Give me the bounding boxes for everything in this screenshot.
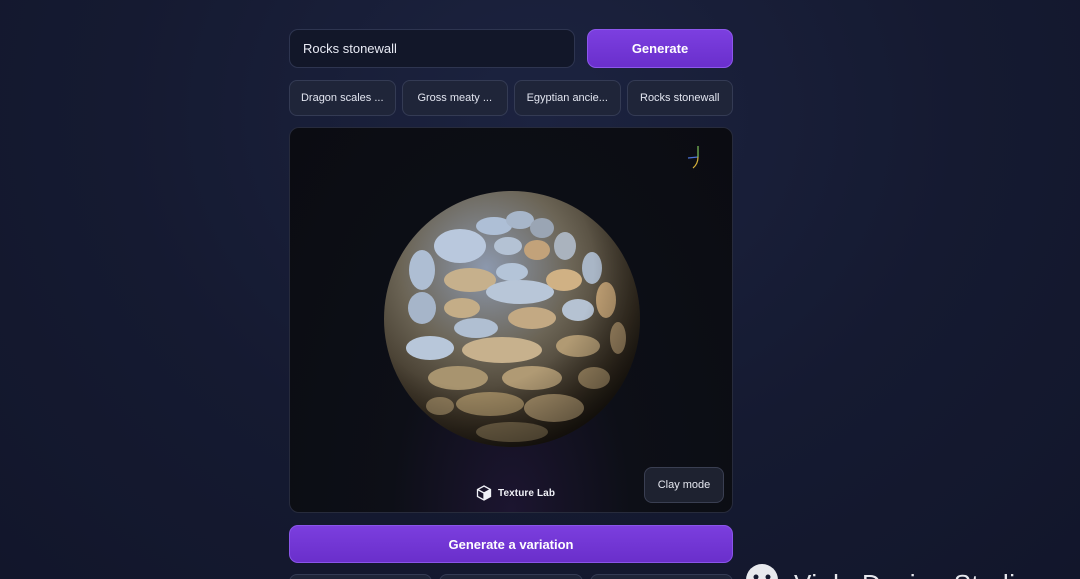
- suggestion-chip[interactable]: Rocks stonewall: [626, 80, 733, 116]
- suggestion-chip[interactable]: Dragon scales ...: [289, 80, 396, 116]
- texture-lab-brand: Texture Lab: [476, 485, 555, 501]
- suggestion-chips: Dragon scales ... Gross meaty ... Egypti…: [289, 80, 733, 116]
- suggestion-chip[interactable]: Egyptian ancie...: [514, 80, 621, 116]
- axis-gizmo-icon: [687, 146, 699, 169]
- partial-card-row: [289, 574, 733, 579]
- partial-card[interactable]: [589, 574, 733, 579]
- prompt-input[interactable]: [289, 29, 575, 68]
- texture-preview-viewer[interactable]: Texture Lab Clay mode: [289, 127, 733, 513]
- clay-mode-button[interactable]: Clay mode: [644, 467, 724, 503]
- cube-logo-icon: [476, 485, 492, 501]
- partial-card[interactable]: [289, 574, 433, 579]
- generate-button[interactable]: Generate: [587, 29, 733, 68]
- generate-variation-button[interactable]: Generate a variation: [289, 525, 733, 563]
- smiley-face-icon: [746, 564, 778, 579]
- suggestion-chip[interactable]: Gross meaty ...: [401, 80, 508, 116]
- watermark: Vi..le Design Studio: [744, 562, 1030, 579]
- stone-sphere-preview: [384, 191, 640, 447]
- brand-label: Texture Lab: [498, 487, 556, 499]
- watermark-text: Vi..le Design Studio: [794, 569, 1030, 579]
- partial-card[interactable]: [439, 574, 583, 579]
